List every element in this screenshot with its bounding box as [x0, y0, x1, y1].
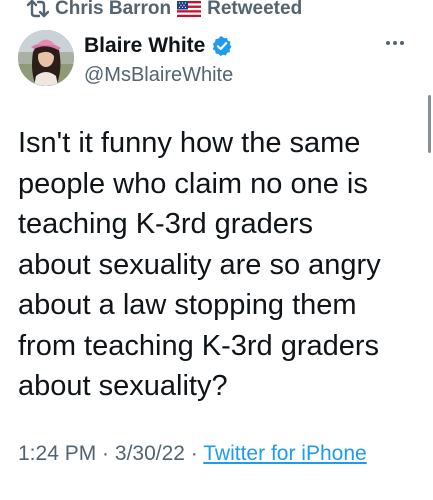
author-name-row[interactable]: Blaire White — [84, 34, 233, 58]
tweet-text: Isn't it funny how the same people who c… — [18, 127, 381, 402]
retweet-header: Chris Barron Retweeted — [25, 0, 302, 22]
author-handle[interactable]: @MsBlaireWhite — [84, 64, 233, 87]
tweet-source-link[interactable]: Twitter for iPhone — [203, 442, 366, 465]
more-options-button[interactable] — [378, 30, 412, 56]
avatar[interactable] — [18, 30, 74, 86]
retweet-icon — [25, 0, 49, 20]
tweet-time[interactable]: 1:24 PM — [18, 442, 96, 465]
tweet-date[interactable]: 3/30/22 — [115, 442, 185, 465]
retweeted-label: Retweeted — [207, 0, 303, 19]
retweeter-name[interactable]: Chris Barron — [55, 0, 171, 20]
us-flag-icon — [177, 1, 202, 17]
meta-separator: · — [184, 442, 204, 465]
tweet-meta: 1:24 PM · 3/30/22 · Twitter for iPhone — [18, 439, 418, 469]
ellipsis-icon — [386, 41, 404, 45]
verified-badge-icon — [211, 35, 233, 57]
author-name[interactable]: Blaire White — [84, 34, 205, 58]
scrollbar-thumb[interactable] — [428, 95, 431, 153]
meta-separator: · — [96, 442, 115, 465]
